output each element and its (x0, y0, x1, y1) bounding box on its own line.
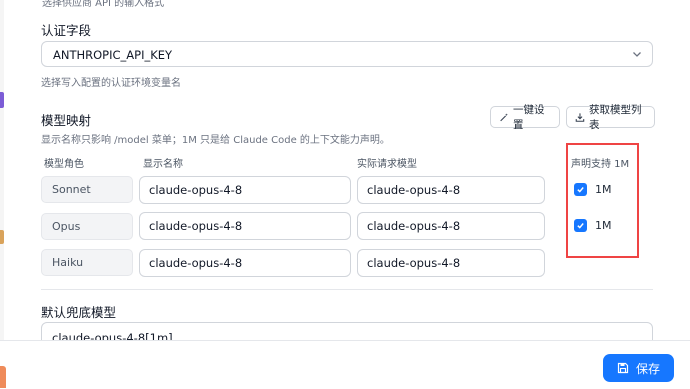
col-actual-header: 实际请求模型 (357, 159, 417, 170)
fetch-model-list-button[interactable]: 获取模型列表 (566, 104, 655, 131)
role-sonnet: Sonnet (41, 176, 133, 203)
save-label: 保存 (635, 361, 660, 376)
display-name-value: claude-opus-4-8 (149, 183, 243, 197)
edge-mark-orange (0, 230, 4, 244)
one-click-setup-label: 一键设置 (512, 104, 545, 131)
edge-mark-purple (0, 92, 4, 108)
auth-field-hint: 选择写入配置的认证环境变量名 (41, 78, 181, 89)
background-corner (0, 366, 6, 388)
model-mapping-title: 模型映射 (41, 113, 92, 128)
actual-model-input-haiku[interactable]: claude-opus-4-8 (357, 249, 545, 277)
role-label: Haiku (52, 256, 84, 269)
display-name-value: claude-opus-4-8 (149, 219, 243, 233)
role-label: Opus (52, 220, 81, 233)
highlight-box (566, 143, 639, 258)
fallback-model-label: 默认兜底模型 (41, 305, 117, 320)
section-divider (41, 289, 653, 290)
auth-field-value: ANTHROPIC_API_KEY (53, 48, 173, 62)
dialog-footer: 保存 (0, 340, 690, 389)
actual-model-input-sonnet[interactable]: claude-opus-4-8 (357, 176, 545, 204)
api-format-hint: 选择供应商 API 的输入格式 (42, 0, 165, 9)
display-name-input-opus[interactable]: claude-opus-4-8 (139, 212, 351, 240)
auth-field-label: 认证字段 (41, 23, 92, 38)
one-click-setup-button[interactable]: 一键设置 (490, 104, 560, 131)
chevron-down-icon (633, 52, 641, 57)
background-edge (0, 0, 4, 388)
fetch-model-list-label: 获取模型列表 (588, 104, 642, 131)
model-mapping-hint: 显示名称只影响 /model 菜单；1M 只是给 Claude Code 的上下… (41, 135, 390, 146)
save-icon (617, 362, 629, 374)
save-button[interactable]: 保存 (603, 354, 674, 382)
actual-model-value: claude-opus-4-8 (367, 183, 461, 197)
col-role-header: 模型角色 (44, 159, 84, 170)
role-haiku: Haiku (41, 249, 133, 276)
provider-form-panel: 选择供应商 API 的输入格式 认证字段 ANTHROPIC_API_KEY 选… (24, 0, 666, 352)
role-opus: Opus (41, 213, 133, 240)
actual-model-value: claude-opus-4-8 (367, 219, 461, 233)
auth-field-select[interactable]: ANTHROPIC_API_KEY (41, 41, 653, 67)
magic-wand-icon (500, 112, 508, 121)
actual-model-value: claude-opus-4-8 (367, 256, 461, 270)
role-label: Sonnet (52, 183, 91, 196)
col-display-header: 显示名称 (143, 159, 183, 170)
download-icon (575, 112, 585, 122)
display-name-value: claude-opus-4-8 (149, 256, 243, 270)
actual-model-input-opus[interactable]: claude-opus-4-8 (357, 212, 545, 240)
display-name-input-sonnet[interactable]: claude-opus-4-8 (139, 176, 351, 204)
display-name-input-haiku[interactable]: claude-opus-4-8 (139, 249, 351, 277)
